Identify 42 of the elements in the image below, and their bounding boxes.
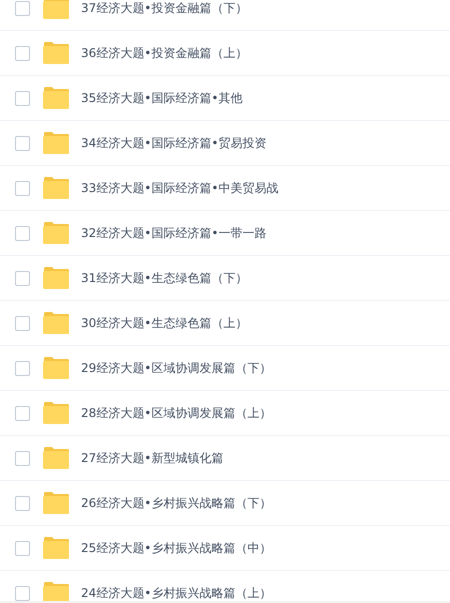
checkbox[interactable] [15,136,30,150]
folder-name[interactable]: 25经济大题•乡村振兴战略篇（中） [81,540,272,556]
folder-name[interactable]: 31经济大题•生态绿色篇（下） [81,270,248,286]
checkbox[interactable] [15,316,30,330]
checkbox[interactable] [15,90,30,106]
folder-name[interactable]: 24经济大题•乡村振兴战略篇（上） [81,584,272,602]
folder-icon [43,267,69,289]
checkbox[interactable] [15,270,30,286]
checkbox[interactable] [15,226,30,240]
folder-icon [43,447,69,469]
folder-icon [43,0,69,19]
checkbox[interactable] [15,46,30,60]
folder-name[interactable]: 36经济大题•投资金融篇（上） [81,44,248,62]
folder-icon [43,582,69,603]
folder-icon [43,312,69,334]
checkbox[interactable] [15,540,30,556]
folder-name[interactable]: 32经济大题•国际经济篇•一带一路 [81,224,266,242]
checkbox[interactable] [15,586,30,600]
folder-name[interactable]: 34经济大题•国际经济篇•贸易投资 [81,134,266,152]
folder-name[interactable]: 37经济大题•投资金融篇（下） [81,0,248,16]
checkbox[interactable] [15,496,30,510]
folder-icon [43,132,69,154]
folder-icon [43,222,69,244]
checkbox[interactable] [15,406,30,420]
folder-name[interactable]: 30经济大题•生态绿色篇（上） [81,314,248,332]
checkbox[interactable] [15,0,30,16]
folder-name[interactable]: 33经济大题•国际经济篇•中美贸易战 [81,180,278,196]
folder-icon [43,42,69,64]
folder-icon [43,537,69,559]
folder-name[interactable]: 26经济大题•乡村振兴战略篇（下） [81,494,272,512]
checkbox[interactable] [15,450,30,466]
folder-name[interactable]: 35经济大题•国际经济篇•其他 [81,90,242,106]
folder-name[interactable]: 29经济大题•区域协调发展篇（下） [81,360,272,376]
folder-icon [43,357,69,379]
checkbox[interactable] [15,360,30,376]
folder-icon [43,492,69,514]
folder-name[interactable]: 28经济大题•区域协调发展篇（上） [81,404,272,422]
folder-icon [43,177,69,199]
checkbox[interactable] [15,180,30,196]
folder-icon [43,402,69,424]
folder-name[interactable]: 27经济大题•新型城镇化篇 [81,450,224,466]
folder-icon [43,87,69,109]
